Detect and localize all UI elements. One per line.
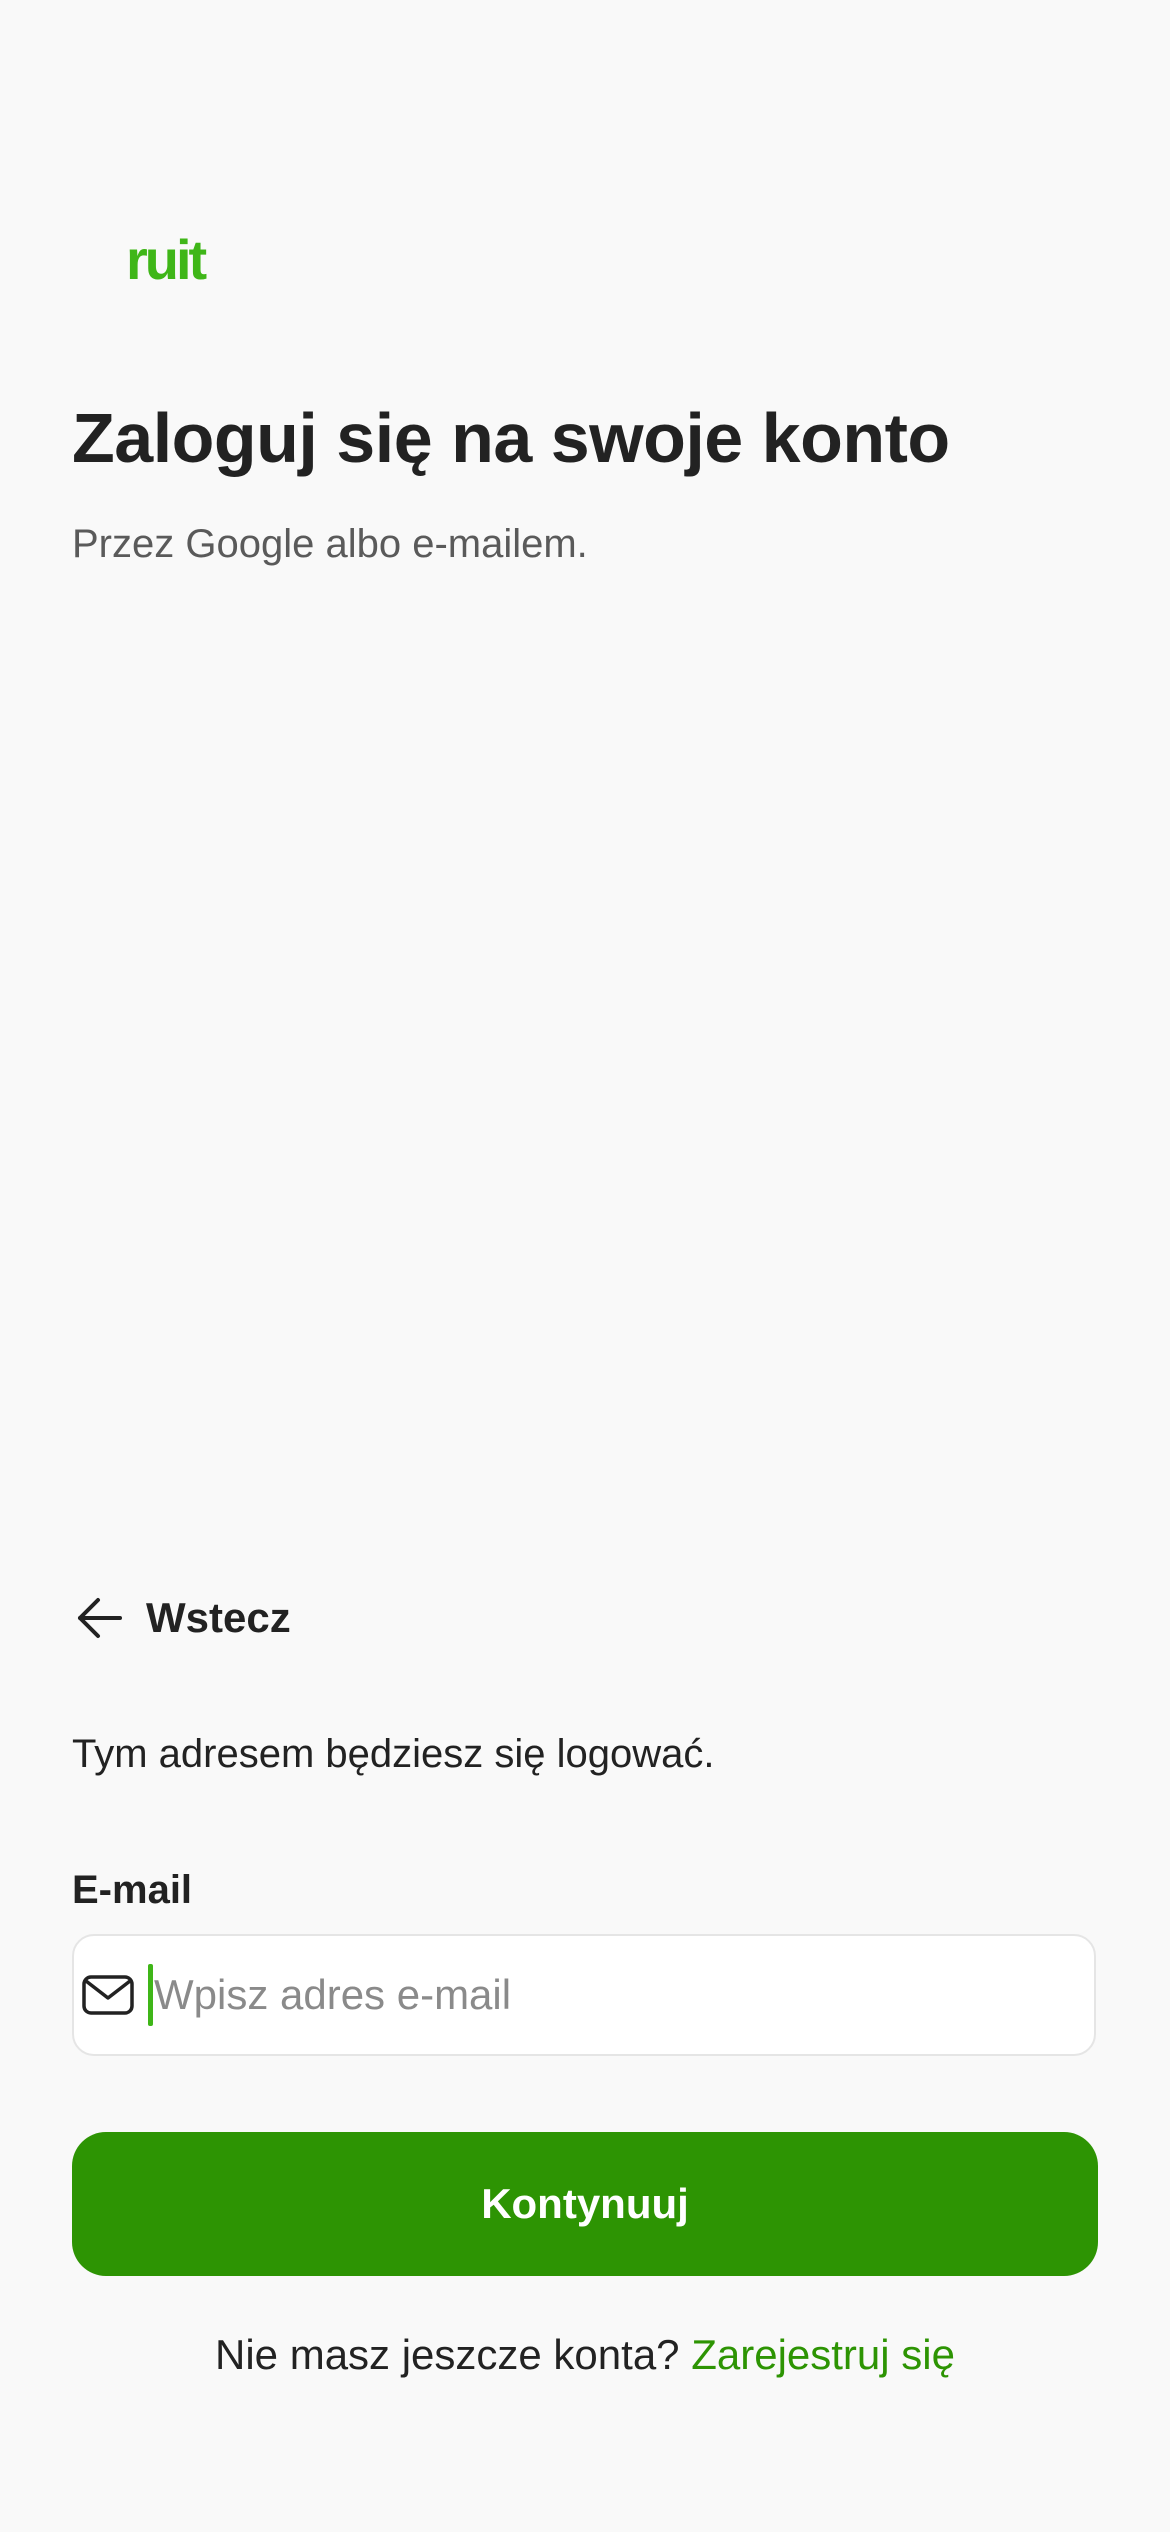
signup-link[interactable]: Zarejestruj się [691, 2331, 955, 2378]
email-label: E-mail [72, 1868, 193, 1912]
arrow-left-icon [72, 1590, 128, 1646]
signup-prompt: Nie masz jeszcze konta? Zarejestruj się [0, 2330, 1170, 2380]
text-caret [148, 1964, 153, 2026]
back-button[interactable]: Wstecz [72, 1590, 291, 1646]
mail-icon [80, 1967, 136, 2023]
page-subtitle: Przez Google albo e-mailem. [72, 522, 588, 566]
continue-button[interactable]: Kontynuuj [72, 2132, 1098, 2276]
back-button-label: Wstecz [146, 1594, 291, 1641]
page-title: Zaloguj się na swoje konto [72, 399, 950, 477]
signup-question: Nie masz jeszcze konta? [215, 2331, 692, 2378]
email-input[interactable] [154, 1936, 1074, 2054]
email-field[interactable] [72, 1934, 1096, 2056]
brand-logo: ruit [126, 228, 207, 291]
email-hint: Tym adresem będziesz się logować. [72, 1732, 715, 1776]
